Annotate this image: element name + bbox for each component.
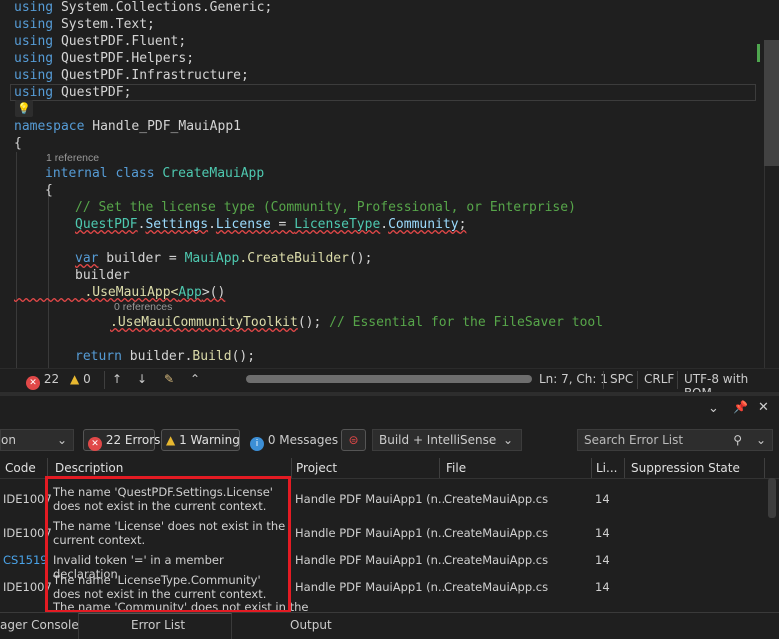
error-project: Handle PDF MauiApp1 (n... <box>295 526 449 540</box>
close-icon[interactable]: ✕ <box>758 400 769 415</box>
code-line: builder <box>75 268 130 283</box>
code-line: using QuestPDF; <box>14 85 132 100</box>
code-line: { <box>14 136 22 151</box>
indent-guide <box>16 152 17 368</box>
line-ending[interactable]: CRLF <box>644 372 674 386</box>
column-header-project[interactable]: Project <box>296 458 337 478</box>
column-header-description[interactable]: Description <box>55 458 123 478</box>
warning-icon: ▲ <box>166 433 176 447</box>
highlight-annotation-box <box>45 476 291 613</box>
cleanup-brush-icon[interactable]: ✎ <box>164 372 174 386</box>
column-header-suppression[interactable]: Suppression State <box>631 458 740 478</box>
tab-error-list[interactable]: Error List <box>131 618 185 632</box>
horizontal-scrollbar[interactable] <box>246 375 532 383</box>
column-header-line[interactable]: Li... <box>596 458 617 478</box>
column-header-file[interactable]: File <box>446 458 466 478</box>
whitespace-mode[interactable]: SPC <box>610 372 633 386</box>
error-line: 14 <box>595 492 610 506</box>
code-line: internal class CreateMauiApp <box>45 166 265 181</box>
scope-dropdown[interactable]: on ⌄ <box>0 429 74 451</box>
chevron-down-icon: ⌄ <box>56 433 67 447</box>
error-icon: ✕ <box>88 437 102 451</box>
code-line: return builder.Build(); <box>75 349 256 364</box>
error-count-indicator[interactable]: ✕ 22 <box>26 372 59 390</box>
error-file: CreateMauiApp.cs <box>444 526 549 540</box>
chevron-down-icon: ⌄ <box>755 433 766 447</box>
code-line: using System.Collections.Generic; <box>14 0 273 15</box>
nav-up-icon[interactable]: ↑ <box>112 372 122 386</box>
table-scrollbar[interactable] <box>768 478 776 518</box>
code-line: using QuestPDF.Infrastructure; <box>14 68 249 83</box>
error-file: CreateMauiApp.cs <box>444 580 549 594</box>
error-file: CreateMauiApp.cs <box>444 492 549 506</box>
lightbulb-icon[interactable]: 💡 <box>15 100 33 117</box>
error-line: 14 <box>595 580 610 594</box>
codelens-references[interactable]: 1 reference <box>46 152 99 164</box>
code-line: using System.Text; <box>14 17 155 32</box>
code-line: // Set the license type (Community, Prof… <box>75 200 576 215</box>
search-input[interactable]: Search Error List ⚲ ⌄ <box>577 429 773 451</box>
warning-count-indicator[interactable]: ▲ 0 <box>70 372 91 386</box>
error-file: CreateMauiApp.cs <box>444 553 549 567</box>
error-project: Handle PDF MauiApp1 (n... <box>295 492 449 506</box>
indent-guide <box>48 186 49 368</box>
panel-title-bar: ⌄ 📌 ✕ <box>0 396 779 420</box>
info-icon: i <box>250 437 264 451</box>
dropdown-chevron-icon[interactable]: ⌄ <box>708 401 719 416</box>
error-project: Handle PDF MauiApp1 (n... <box>295 553 449 567</box>
messages-filter-button[interactable]: i 0 Messages <box>250 433 338 451</box>
error-code-link[interactable]: CS1519 <box>3 553 48 567</box>
code-line: namespace Handle_PDF_MauiApp1 <box>14 119 241 134</box>
errors-filter-button[interactable]: ✕ 22 Errors <box>83 429 160 451</box>
error-line: 14 <box>595 526 610 540</box>
codelens-references[interactable]: 0 references <box>114 301 172 313</box>
tab-package-manager-console[interactable]: ager Console <box>0 618 79 632</box>
cursor-position[interactable]: Ln: 7, Ch: 1 <box>539 372 608 386</box>
code-line: .UseMauiCommunityToolkit(); // Essential… <box>110 315 604 330</box>
code-line: using QuestPDF.Helpers; <box>14 51 195 66</box>
change-marker <box>757 44 760 62</box>
editor-status-bar: ✕ 22 ▲ 0 ↑ ↓ ✎ ⌃ Ln: 7, Ch: 1 SPC CRLF U… <box>0 368 779 400</box>
error-icon: ✕ <box>26 376 40 390</box>
error-line: 14 <box>595 553 610 567</box>
warning-icon: ▲ <box>70 372 80 386</box>
code-line: using QuestPDF.Fluent; <box>14 34 187 49</box>
tab-output[interactable]: Output <box>290 618 332 632</box>
filter-icon[interactable]: ⊜ <box>341 429 366 451</box>
bottom-tab-strip: ager Console Error List Output <box>0 612 779 639</box>
search-icon: ⚲ <box>733 433 742 447</box>
chevron-down-icon: ⌄ <box>502 433 513 447</box>
build-filter-dropdown[interactable]: Build + IntelliSense ⌄ <box>372 429 522 451</box>
error-list-toolbar: on ⌄ ✕ 22 Errors ▲ 1 Warning i 0 Messages… <box>0 426 779 454</box>
scrollbar-thumb[interactable] <box>764 40 779 166</box>
code-line: .UseMauiApp<App>() <box>84 285 226 300</box>
code-line: var builder = MauiApp.CreateBuilder(); <box>75 251 373 266</box>
code-editor[interactable]: using System.Collections.Generic; using … <box>0 0 779 368</box>
warnings-filter-button[interactable]: ▲ 1 Warning <box>161 429 240 451</box>
chevron-up-icon[interactable]: ⌃ <box>190 372 200 386</box>
error-project: Handle PDF MauiApp1 (n... <box>295 580 449 594</box>
column-header-code[interactable]: Code <box>5 458 36 478</box>
nav-down-icon[interactable]: ↓ <box>137 372 147 386</box>
code-line: QuestPDF.Settings.License = LicenseType.… <box>75 217 467 232</box>
pin-icon[interactable]: 📌 <box>733 400 748 414</box>
code-line: { <box>45 183 53 198</box>
